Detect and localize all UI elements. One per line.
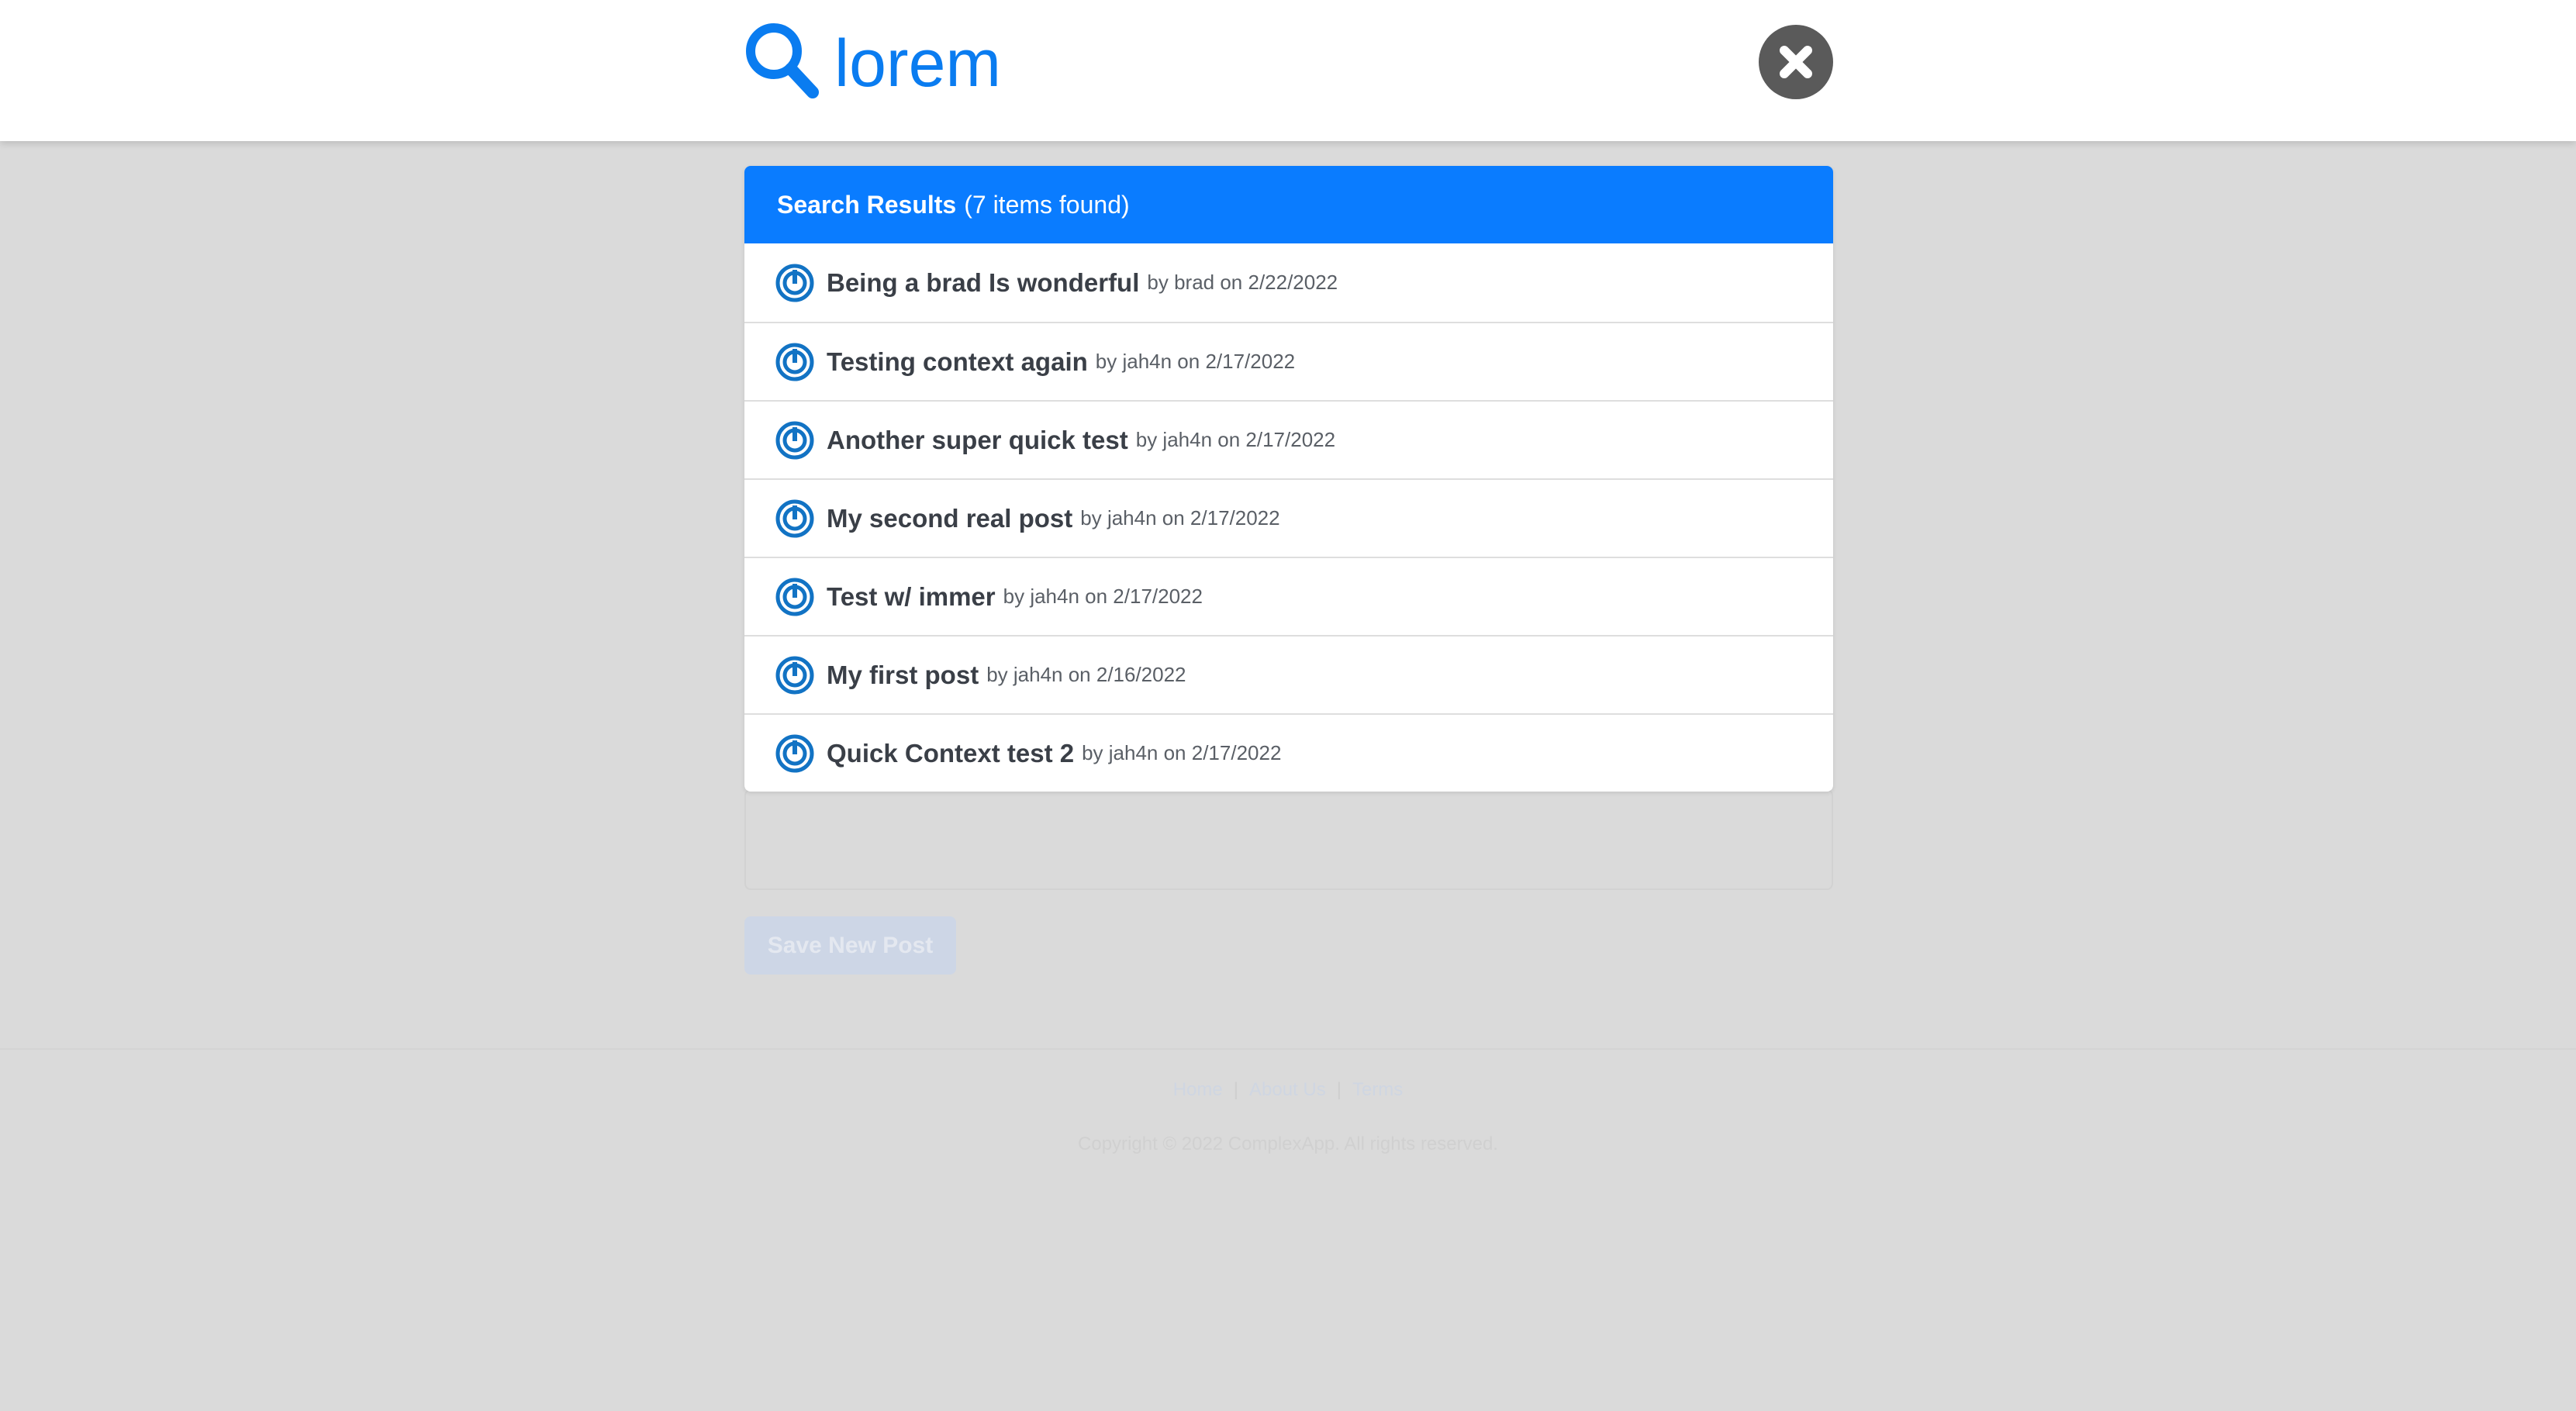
search-result-item[interactable]: Test w/ immer by jah4n on 2/17/2022 [744, 557, 1833, 635]
result-title: Being a brad Is wonderful [827, 267, 1140, 297]
result-title: Testing context again [827, 347, 1088, 376]
result-meta: by jah4n on 2/17/2022 [1082, 741, 1282, 764]
result-meta: by jah4n on 2/17/2022 [1095, 350, 1296, 373]
search-results-heading: Search Results [777, 190, 957, 219]
result-meta: by jah4n on 2/16/2022 [986, 663, 1186, 686]
result-title: My second real post [827, 503, 1073, 533]
footer-link-home: Home [1172, 1079, 1223, 1100]
search-input[interactable] [834, 17, 1687, 110]
search-result-item[interactable]: My second real post by jah4n on 2/17/202… [744, 478, 1833, 557]
footer-separator: | [1233, 1079, 1238, 1100]
search-result-item[interactable]: My first post by jah4n on 2/16/2022 [744, 635, 1833, 713]
footer-separator: | [1336, 1079, 1342, 1100]
result-title: Quick Context test 2 [827, 738, 1075, 768]
result-title: My first post [827, 660, 979, 689]
search-results-panel: Search Results (7 items found) Being a b… [744, 166, 1833, 792]
result-title: Another super quick test [827, 425, 1128, 454]
close-search-button[interactable] [1759, 25, 1833, 99]
search-result-item[interactable]: Quick Context test 2 by jah4n on 2/17/20… [744, 713, 1833, 792]
search-result-item[interactable]: Being a brad Is wonderful by brad on 2/2… [744, 243, 1833, 322]
search-overlay-bar [0, 0, 2576, 141]
avatar-icon [775, 421, 814, 460]
search-results-header: Search Results (7 items found) [744, 166, 1833, 243]
result-meta: by jah4n on 2/17/2022 [1080, 506, 1280, 530]
avatar-icon [775, 343, 814, 381]
result-title: Test w/ immer [827, 581, 996, 611]
post-body-textarea [744, 789, 1833, 890]
search-result-item[interactable]: Another super quick test by jah4n on 2/1… [744, 400, 1833, 478]
avatar-icon [775, 499, 814, 538]
footer-link-terms: Terms [1352, 1079, 1404, 1100]
avatar-icon [775, 264, 814, 302]
save-new-post-button: Save New Post [744, 916, 956, 975]
result-meta: by brad on 2/22/2022 [1147, 271, 1338, 294]
search-result-item[interactable]: Testing context again by jah4n on 2/17/2… [744, 322, 1833, 400]
avatar-icon [775, 578, 814, 616]
footer-link-about: About Us [1248, 1079, 1326, 1100]
result-meta: by jah4n on 2/17/2022 [1135, 428, 1336, 451]
result-meta: by jah4n on 2/17/2022 [1003, 585, 1203, 608]
footer-links: Home | About Us | Terms [0, 1079, 2576, 1101]
avatar-icon [775, 656, 814, 695]
footer-copyright: Copyright © 2022 ComplexApp. All rights … [1078, 1133, 1498, 1154]
search-results-count: (7 items found) [964, 190, 1130, 219]
avatar-icon [775, 734, 814, 773]
footer-divider [0, 1048, 2576, 1050]
search-icon [743, 20, 820, 101]
